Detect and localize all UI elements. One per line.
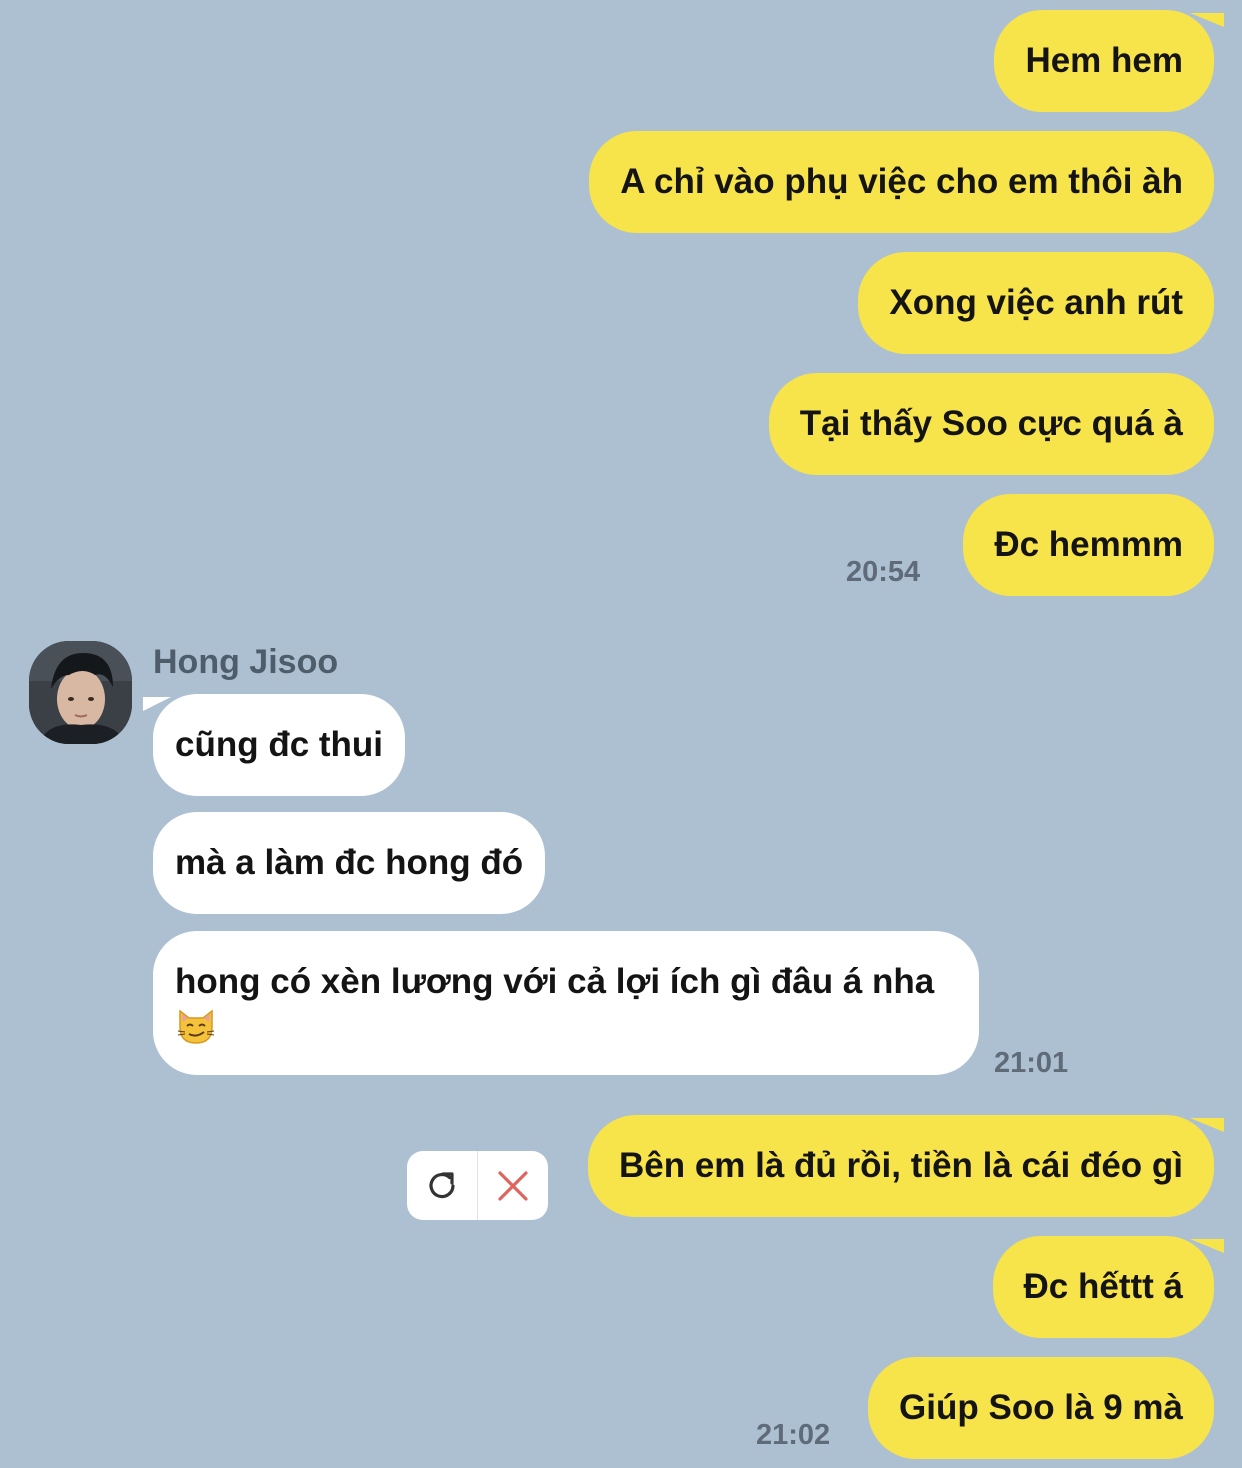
outgoing-message[interactable]: Giúp Soo là 9 mà bbox=[868, 1357, 1214, 1459]
outgoing-message[interactable]: Tại thấy Soo cực quá à bbox=[768, 373, 1214, 475]
retry-icon bbox=[429, 1171, 455, 1198]
outgoing-message[interactable]: Hem hem bbox=[994, 10, 1214, 112]
incoming-message[interactable]: mà a làm đc hong đó bbox=[153, 812, 546, 914]
outgoing-message[interactable]: Đc hếttt á bbox=[992, 1236, 1214, 1338]
avatar[interactable] bbox=[29, 641, 132, 744]
outgoing-message[interactable]: A chỉ vào phụ việc cho em thôi àh bbox=[589, 131, 1214, 233]
message-timestamp: 21:02 bbox=[756, 1419, 831, 1451]
message-timestamp: 21:01 bbox=[994, 1047, 1069, 1079]
incoming-message[interactable]: cũng đc thui bbox=[153, 694, 406, 796]
outgoing-message[interactable]: Bên em là đủ rồi, tiền là cái đéo gì bbox=[587, 1115, 1214, 1217]
delete-x-icon bbox=[498, 1170, 528, 1201]
sender-name: Hong Jisoo bbox=[153, 643, 339, 681]
failed-send-actions bbox=[407, 1151, 548, 1220]
smirking-cat-icon bbox=[175, 1005, 217, 1047]
avatar-photo bbox=[29, 641, 132, 744]
incoming-message-text: hong có xèn lương với cả lợi ích gì đâu … bbox=[175, 962, 935, 1001]
message-timestamp: 20:54 bbox=[846, 556, 921, 588]
delete-button[interactable] bbox=[478, 1151, 548, 1220]
incoming-message[interactable]: hong có xèn lương với cả lợi ích gì đâu … bbox=[153, 931, 979, 1075]
retry-button[interactable] bbox=[407, 1151, 477, 1220]
outgoing-message[interactable]: Xong việc anh rút bbox=[858, 252, 1214, 354]
outgoing-message[interactable]: Đc hemmm bbox=[963, 494, 1214, 596]
